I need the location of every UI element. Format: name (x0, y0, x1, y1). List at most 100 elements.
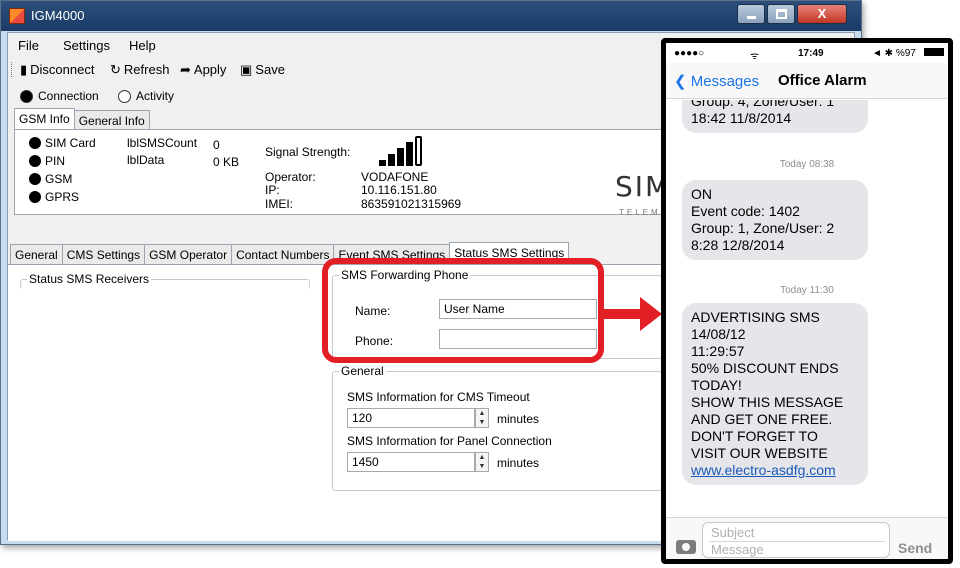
conversation[interactable]: Group: 4, Zone/User: 1 18:42 11/8/2014 T… (666, 100, 948, 517)
pin-indicator: PIN (29, 154, 65, 168)
signal-strength-icon (379, 134, 427, 166)
gsm-label: GSM (45, 172, 73, 186)
highlight-callout (322, 258, 604, 363)
arrow-shaft (604, 309, 644, 319)
message-line: 50% DISCOUNT ENDS (691, 360, 839, 376)
apply-icon: ➦ (180, 62, 191, 77)
cms-timeout-label: SMS Information for CMS Timeout (347, 390, 530, 404)
battery-percent: ◄ ✱ %97 (872, 48, 916, 59)
close-button[interactable]: X (797, 4, 847, 24)
message-bubble[interactable]: ON Event code: 1402 Group: 1, Zone/User:… (682, 180, 868, 260)
subject-placeholder: Subject (711, 525, 755, 540)
save-icon: ▣ (240, 62, 253, 77)
message-line: 18:42 11/8/2014 (691, 110, 792, 126)
receivers-title: Status SMS Receivers (27, 272, 152, 286)
data-label: lblData (127, 153, 165, 167)
tab-contact-numbers[interactable]: Contact Numbers (231, 244, 335, 266)
maximize-icon (776, 9, 787, 19)
message-line: Group: 1, Zone/User: 2 (691, 220, 835, 236)
panel-conn-stepper[interactable]: ▲ ▼ (475, 452, 489, 472)
message-input[interactable]: Subject Message (702, 522, 890, 558)
title-bar[interactable]: IGM4000 X (1, 1, 861, 31)
connection-radio[interactable]: Connection (20, 89, 99, 103)
minimize-button[interactable] (737, 4, 765, 24)
receivers-group: Status SMS Receivers (20, 272, 310, 289)
sms-count-value: 0 (213, 138, 220, 152)
menu-settings[interactable]: Settings (63, 38, 110, 53)
activity-label: Activity (136, 89, 175, 103)
menu-help[interactable]: Help (129, 38, 156, 53)
signal-bar (406, 142, 413, 166)
back-button[interactable]: ❮ Messages (674, 72, 759, 90)
cms-timeout-unit: minutes (497, 412, 540, 426)
operator-value: VODAFONE (361, 170, 429, 184)
pin-label: PIN (45, 154, 66, 168)
tab-general[interactable]: General (10, 244, 63, 266)
minimize-icon (747, 16, 756, 19)
save-label: Save (255, 62, 285, 77)
arrow-head-icon (640, 297, 662, 331)
battery-icon (924, 48, 944, 56)
disconnect-label: Disconnect (30, 62, 95, 77)
panel-conn-input[interactable] (347, 452, 475, 472)
message-bubble[interactable]: Group: 4, Zone/User: 1 18:42 11/8/2014 (682, 100, 868, 133)
toolbar-grip[interactable] (11, 62, 14, 77)
phone-time: 17:49 (798, 48, 824, 59)
disconnect-button[interactable]: ▮ Disconnect (20, 62, 94, 77)
website-link[interactable]: www.electro-asdfg.com (691, 462, 859, 479)
signal-bar (379, 160, 386, 166)
message-line: AND GET ONE FREE. (691, 411, 833, 427)
message-line: VISIT OUR WEBSITE (691, 445, 828, 461)
back-label: Messages (690, 73, 760, 90)
sim-card-indicator: SIM Card (29, 136, 96, 150)
imei-label: IMEI: (265, 197, 294, 211)
signal-strength-label: Signal Strength: (265, 145, 351, 159)
cms-timeout-input[interactable] (347, 408, 475, 428)
message-line: 8:28 12/8/2014 (691, 237, 785, 253)
operator-label: Operator: (265, 170, 316, 184)
disconnect-icon: ▮ (20, 62, 28, 77)
ip-value: 10.116.151.80 (361, 183, 437, 197)
tab-gsm-operator[interactable]: GSM Operator (144, 244, 233, 266)
window-title: IGM4000 (31, 8, 85, 23)
panel-conn-unit: minutes (497, 456, 540, 470)
imei-value: 863591021315969 (361, 197, 462, 211)
save-button[interactable]: ▣ Save (240, 62, 285, 77)
message-bubble[interactable]: ADVERTISING SMS 14/08/12 11:29:57 50% DI… (682, 303, 868, 485)
carrier-signal: ●●●●○ (674, 48, 705, 59)
tab-gsm-info[interactable]: GSM Info (14, 108, 75, 130)
sms-count-label: lblSMSCount (127, 136, 198, 150)
camera-icon[interactable] (676, 540, 696, 554)
signal-bar (415, 136, 422, 166)
tab-cms-settings[interactable]: CMS Settings (61, 244, 146, 266)
data-value: 0 KB (213, 155, 240, 169)
timestamp: Today 08:38 (779, 159, 835, 170)
apply-label: Apply (193, 62, 227, 77)
ip-label: IP: (265, 183, 280, 197)
menu-file[interactable]: File (18, 38, 39, 53)
activity-radio[interactable]: Activity (118, 89, 174, 103)
panel-conn-label: SMS Information for Panel Connection (347, 434, 552, 448)
contact-name: Office Alarm (778, 72, 867, 89)
message-line: ADVERTISING SMS (691, 309, 820, 325)
gprs-dot (29, 191, 41, 203)
gsm-indicator: GSM (29, 172, 72, 186)
maximize-button[interactable] (767, 4, 795, 24)
connection-label: Connection (38, 89, 99, 103)
signal-bar (397, 148, 404, 166)
refresh-icon: ↻ (110, 62, 121, 77)
refresh-button[interactable]: ↻ Refresh (110, 62, 169, 77)
sim-card-label: SIM Card (45, 136, 96, 150)
send-button[interactable]: Send (898, 540, 932, 556)
connection-radio-dot (20, 89, 33, 103)
gprs-label: GPRS (45, 190, 80, 204)
app-icon (9, 8, 25, 24)
message-placeholder: Message (711, 542, 764, 557)
phone-status-bar: ●●●●○ ᯤ 17:49 ◄ ✱ %97 (666, 43, 948, 63)
apply-button[interactable]: ➦ Apply (180, 62, 226, 77)
wifi-icon: ᯤ (750, 51, 760, 62)
message-nav-bar: ❮ Messages Office Alarm (666, 63, 948, 99)
message-line: TODAY! (691, 377, 742, 393)
general-title: General (339, 364, 386, 378)
cms-timeout-stepper[interactable]: ▲ ▼ (475, 408, 489, 428)
